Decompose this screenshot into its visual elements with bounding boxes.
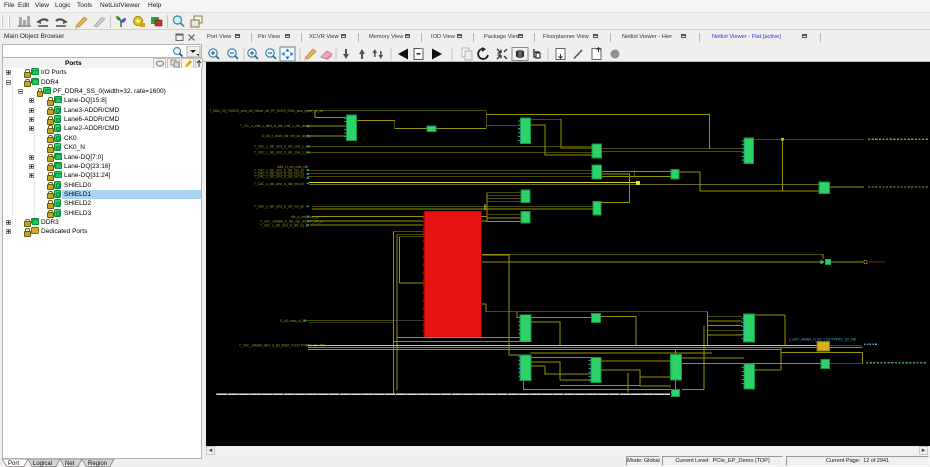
svg-text:T_CAC_c_ddr_cmd_cl_ddr_net_a2: T_CAC_c_ddr_cmd_cl_ddr_net_a2 xyxy=(254,175,304,179)
svg-text:T_CAC_c_ddr_cmd_cl_ddr_cmd_c_a: T_CAC_c_ddr_cmd_cl_ddr_cmd_c_ad0 xyxy=(254,145,311,149)
svg-text:D_d0_o_clock_ddr_net_ad_ad_by: D_d0_o_clock_ddr_net_ad_ad_by xyxy=(262,134,311,138)
svg-text:Port: Port xyxy=(8,461,19,467)
svg-text:Region: Region xyxy=(88,461,107,467)
svg-text:T_CAC_c_ddr_cmd_cl_ddr_cmd_c_a: T_CAC_c_ddr_cmd_cl_ddr_cmd_c_ad1 xyxy=(254,151,311,155)
svg-text:T_MAC_0Q_PADDR_cmd_ctrl_0/lane: T_MAC_0Q_PADDR_cmd_ctrl_0/lane_ctrl_PF_D… xyxy=(210,109,324,113)
svg-text:T_JXL_c_cddr_c_ddr4_cl_ddr_cmd: T_JXL_c_cddr_c_ddr4_cl_ddr_cmd_c_ddr_cmd… xyxy=(240,124,311,128)
svg-text:T_CAC_c_ddr_cmd_cl_ddr_net_q0: T_CAC_c_ddr_cmd_cl_ddr_net_q0 xyxy=(254,205,304,209)
svg-text:Logical: Logical xyxy=(33,461,52,467)
svg-text:Net: Net xyxy=(65,461,75,467)
svg-text:T_CAC_c_ddr_cmd_cl_ddr_nq_a2: T_CAC_c_ddr_cmd_cl_ddr_nq_a2 xyxy=(260,223,309,227)
svg-text:u_ddr4_cAMBA_cl_ddr_CILK/TYIRD: u_ddr4_cAMBA_cl_ddr_CILK/TYIRD2_Q0_A90 xyxy=(789,337,857,341)
svg-text:D_d0_clock_cl_b2: D_d0_clock_cl_b2 xyxy=(280,319,306,323)
svg-text:T_CAC_c_ddr_cmd_cl_ddr_net_k0: T_CAC_c_ddr_cmd_cl_ddr_net_k0 xyxy=(254,182,304,186)
